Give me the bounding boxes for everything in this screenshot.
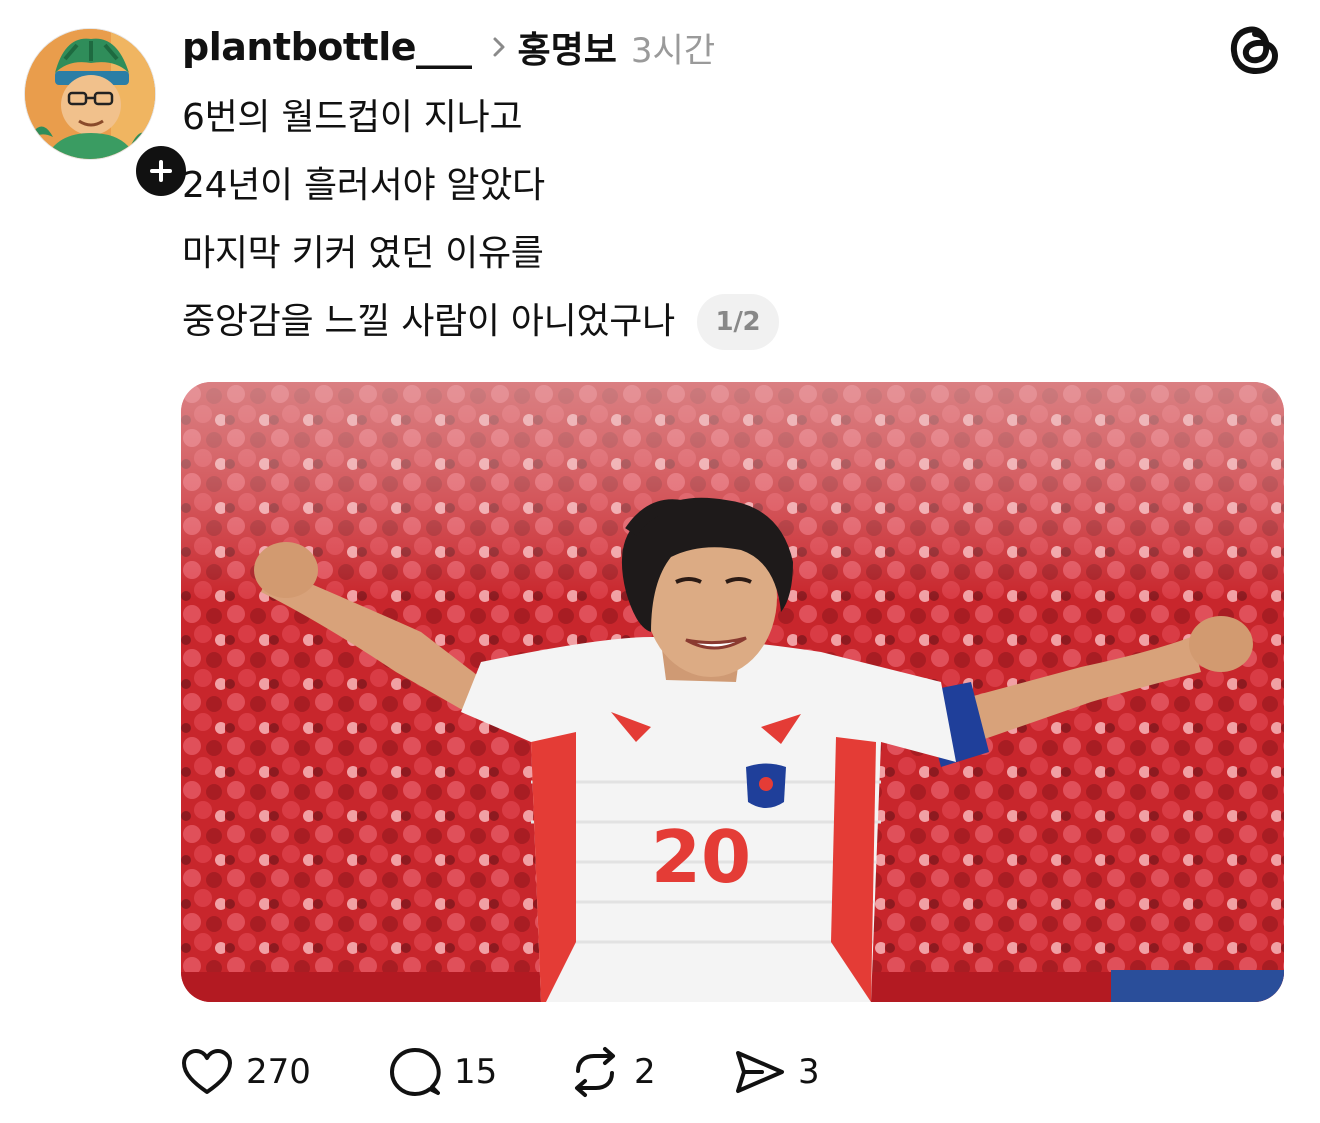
comment-icon [390,1048,441,1096]
comment-count: 15 [454,1052,498,1092]
chevron-right-icon [492,36,506,58]
player-celebration-image: 20 [181,382,1284,1002]
like-count: 270 [246,1052,311,1092]
username-link[interactable]: plantbottle___ [182,25,472,69]
post-text-line: 6번의 월드컵이 지나고 [182,97,523,138]
share-icon [736,1051,784,1093]
repost-count: 2 [634,1052,656,1092]
avatar-illustration [25,29,155,159]
avatar[interactable] [24,28,156,160]
post-body: 6번의 월드컵이 지나고 24년이 흘러서야 알았다 마지막 키커 였던 이유를… [182,84,779,356]
repost-icon [575,1047,615,1097]
page-indicator-badge: 1/2 [696,294,779,350]
post-timestamp: 3시간 [630,30,716,71]
plus-icon [150,160,172,182]
post-text-line: 24년이 흘러서야 알았다 [182,165,545,206]
post-text-line-row: 중앙감을 느낄 사람이 아니었구나 1/2 [182,288,779,356]
comment-button[interactable]: 15 [388,1040,568,1104]
jersey-number: 20 [651,815,751,899]
share-count: 3 [798,1052,820,1092]
post-text-line: 마지막 키커 였던 이유를 [182,233,544,274]
threads-logo-icon[interactable] [1226,20,1284,78]
action-bar: 270 15 2 3 [180,1040,820,1104]
avatar-container [24,28,192,202]
heart-icon [182,1049,232,1094]
post-photo[interactable]: 20 [181,382,1284,1002]
reply-to-link[interactable]: 홍명보 [518,21,617,73]
like-button[interactable]: 270 [180,1040,388,1104]
post-header: plantbottle___ 홍명보 3시간 [182,18,715,76]
post-text-line: 중앙감을 느낄 사람이 아니었구나 [182,301,675,342]
repost-button[interactable]: 2 [568,1040,732,1104]
share-button[interactable]: 3 [732,1040,820,1104]
